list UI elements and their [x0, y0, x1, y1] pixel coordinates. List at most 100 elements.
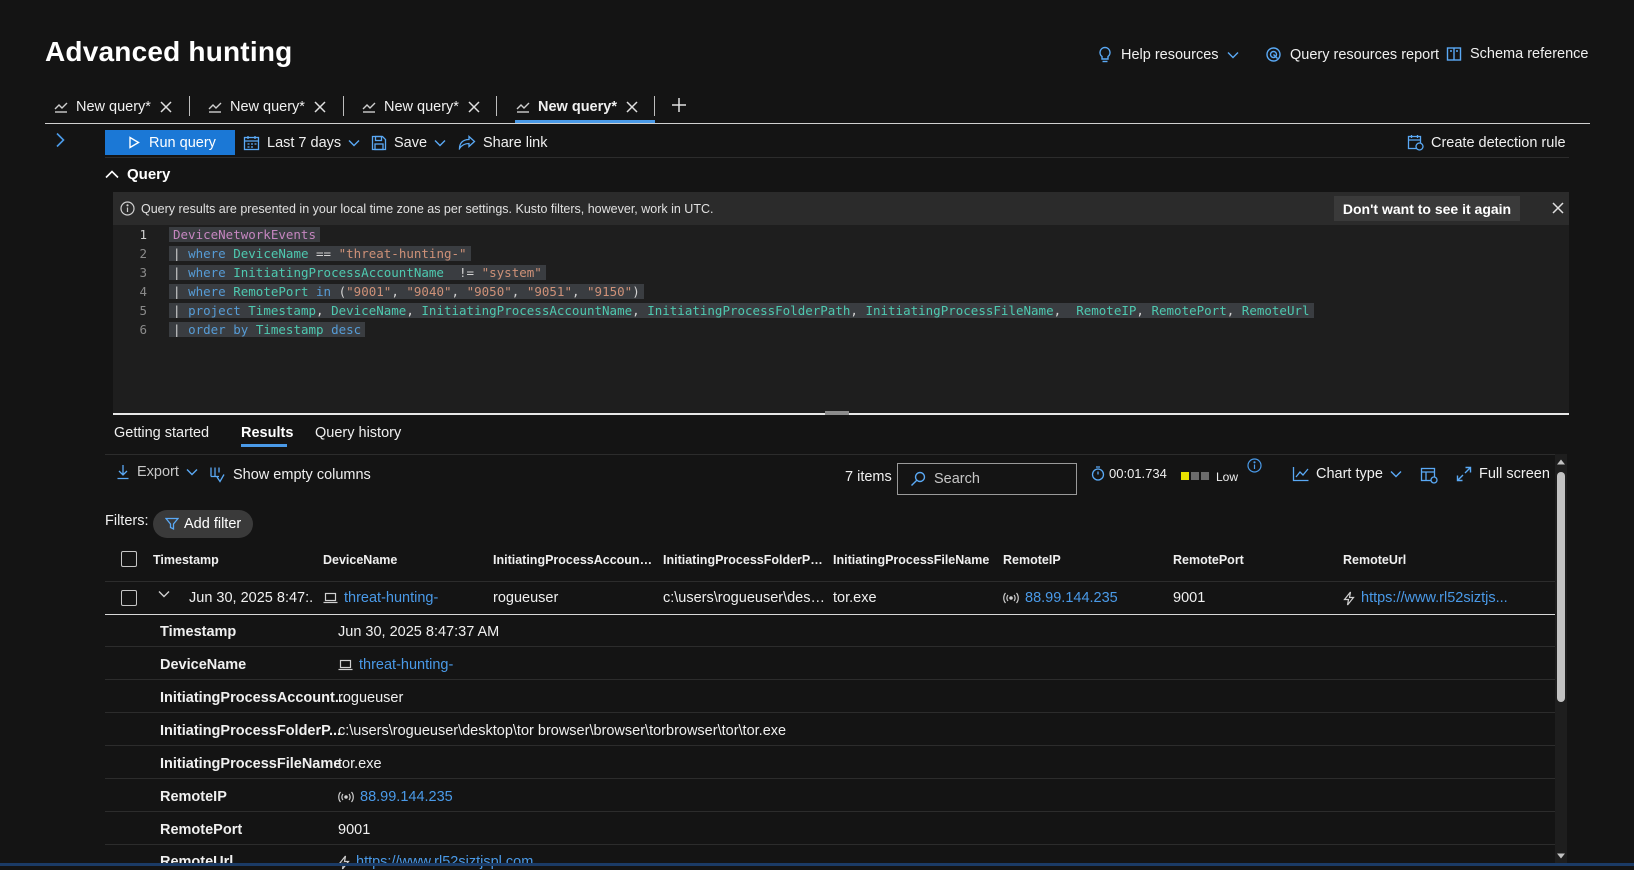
- close-icon[interactable]: [313, 100, 327, 114]
- code-field: RemotePort: [1151, 303, 1227, 318]
- query-resources-report-link[interactable]: Query resources report: [1265, 46, 1439, 63]
- code-field: Timestamp: [248, 303, 317, 318]
- chevron-down-icon[interactable]: [158, 590, 170, 598]
- code-field: DeviceName: [233, 246, 309, 261]
- search-input[interactable]: [897, 463, 1077, 495]
- info-icon[interactable]: [1247, 458, 1262, 473]
- export-dropdown[interactable]: Export: [116, 464, 198, 480]
- tab-query-history[interactable]: Query history: [315, 425, 401, 441]
- detail-value[interactable]: threat-hunting-: [338, 657, 453, 673]
- customize-columns-icon[interactable]: [1420, 467, 1438, 484]
- column-header-account[interactable]: InitiatingProcessAccountNa...: [493, 553, 655, 567]
- share-link-button[interactable]: Share link: [458, 130, 547, 155]
- line-number: 5: [139, 303, 147, 318]
- code-text: | order by Timestamp desc: [169, 322, 366, 337]
- tab-separator: [654, 96, 655, 116]
- column-header-devicename[interactable]: DeviceName: [323, 553, 473, 567]
- cell-folderpath: c:\users\rogueuser\desk...: [663, 590, 825, 606]
- lightbulb-icon: [1097, 46, 1113, 64]
- chevron-down-icon: [434, 139, 446, 147]
- query-tab-1[interactable]: New query*: [54, 92, 173, 122]
- select-all-checkbox[interactable]: [121, 551, 137, 567]
- remoteurl-link[interactable]: https://www.rl52siztjs...: [1361, 590, 1508, 606]
- query-editor[interactable]: 1 DeviceNetworkEvents 2 | where DeviceNa…: [113, 225, 1569, 413]
- plus-icon[interactable]: [671, 97, 687, 113]
- column-header-timestamp[interactable]: Timestamp: [153, 553, 303, 567]
- remoteip-link[interactable]: 88.99.144.235: [360, 789, 453, 805]
- create-detection-rule-button[interactable]: Create detection rule: [1407, 130, 1566, 155]
- full-screen-button[interactable]: Full screen: [1456, 466, 1550, 482]
- detail-divider: [105, 745, 1555, 746]
- add-filter-button[interactable]: Add filter: [153, 510, 253, 538]
- query-resources-icon: [1265, 46, 1282, 63]
- scroll-down-arrow[interactable]: [1557, 852, 1565, 860]
- detail-divider: [105, 679, 1555, 680]
- detail-value[interactable]: https://www.rl52siztjspl.com: [338, 854, 533, 870]
- column-header-remoteport[interactable]: RemotePort: [1173, 553, 1323, 567]
- splitter-handle[interactable]: [825, 411, 849, 415]
- laptop-icon: [338, 659, 353, 671]
- code-line: 3 | where InitiatingProcessAccountName !…: [113, 263, 546, 282]
- help-resources-button[interactable]: Help resources: [1097, 46, 1239, 64]
- close-icon[interactable]: [159, 100, 173, 114]
- line-number: 3: [139, 265, 147, 280]
- column-header-remoteip[interactable]: RemoteIP: [1003, 553, 1153, 567]
- code-string: "9150": [587, 284, 633, 299]
- dont-show-again-button[interactable]: Don't want to see it again: [1334, 196, 1520, 221]
- chevron-down-icon: [348, 139, 360, 147]
- cell-remoteurl[interactable]: https://www.rl52siztjs...: [1343, 590, 1508, 606]
- query-tab-icon: [362, 101, 376, 113]
- detail-label: RemotePort: [160, 822, 243, 838]
- tab-results[interactable]: Results: [241, 425, 293, 441]
- tab-getting-started[interactable]: Getting started: [114, 425, 209, 441]
- cell-devicename[interactable]: threat-hunting-: [323, 590, 483, 606]
- run-query-label: Run query: [149, 134, 216, 151]
- query-section-toggle[interactable]: Query: [105, 166, 170, 183]
- line-number: 2: [139, 246, 147, 261]
- remoteip-link[interactable]: 88.99.144.235: [1025, 590, 1118, 606]
- code-comparator: !=: [459, 265, 475, 280]
- remoteurl-link[interactable]: https://www.rl52siztjspl.com: [356, 854, 533, 870]
- query-tab-3[interactable]: New query*: [362, 92, 481, 122]
- scroll-up-arrow[interactable]: [1557, 458, 1565, 466]
- close-icon[interactable]: [1551, 201, 1565, 215]
- close-icon[interactable]: [467, 100, 481, 114]
- detail-label: InitiatingProcessFileName: [160, 756, 342, 772]
- device-link[interactable]: threat-hunting-: [344, 590, 438, 606]
- code-field: RemoteUrl: [1241, 303, 1310, 318]
- close-icon[interactable]: [625, 100, 639, 114]
- device-link[interactable]: threat-hunting-: [359, 657, 453, 673]
- column-header-remoteurl[interactable]: RemoteUrl: [1343, 553, 1493, 567]
- show-empty-columns-toggle[interactable]: Show empty columns: [209, 466, 371, 483]
- query-tab-icon: [54, 101, 68, 113]
- column-header-filename[interactable]: InitiatingProcessFileName: [833, 553, 995, 567]
- code-line: 5 | project Timestamp, DeviceName, Initi…: [113, 301, 1314, 320]
- code-line: 1 DeviceNetworkEvents: [113, 225, 320, 244]
- detail-value[interactable]: 88.99.144.235: [338, 789, 453, 805]
- schema-reference-link[interactable]: Schema reference: [1446, 46, 1588, 62]
- code-text: | project Timestamp, DeviceName, Initiat…: [169, 303, 1314, 318]
- run-query-button[interactable]: Run query: [105, 130, 235, 155]
- code-field: RemoteIP: [1076, 303, 1137, 318]
- row-checkbox[interactable]: [121, 590, 137, 606]
- usage-meter: [1181, 472, 1209, 480]
- chart-type-dropdown[interactable]: Chart type: [1292, 466, 1402, 482]
- scroll-thumb[interactable]: [1557, 472, 1565, 702]
- detail-divider: [105, 844, 1555, 845]
- query-tab-2[interactable]: New query*: [208, 92, 327, 122]
- search-field[interactable]: [934, 471, 1064, 487]
- chevron-up-icon: [105, 170, 119, 179]
- save-dropdown[interactable]: Save: [371, 130, 446, 155]
- query-tab-label: New query*: [230, 99, 305, 115]
- code-text: | where DeviceName == "threat-hunting-": [169, 246, 471, 261]
- code-line: 2 | where DeviceName == "threat-hunting-…: [113, 244, 471, 263]
- query-duration: 00:01.734: [1091, 466, 1167, 481]
- column-header-folderpath[interactable]: InitiatingProcessFolderPath: [663, 553, 825, 567]
- query-tab-4[interactable]: New query*: [516, 92, 639, 122]
- time-range-dropdown[interactable]: Last 7 days: [243, 130, 360, 155]
- cell-remoteip[interactable]: 88.99.144.235: [1003, 590, 1163, 606]
- query-tab-label: New query*: [538, 99, 617, 115]
- filters-label: Filters:: [105, 513, 149, 529]
- chevron-right-icon[interactable]: [52, 132, 68, 148]
- create-detection-rule-label: Create detection rule: [1431, 134, 1566, 151]
